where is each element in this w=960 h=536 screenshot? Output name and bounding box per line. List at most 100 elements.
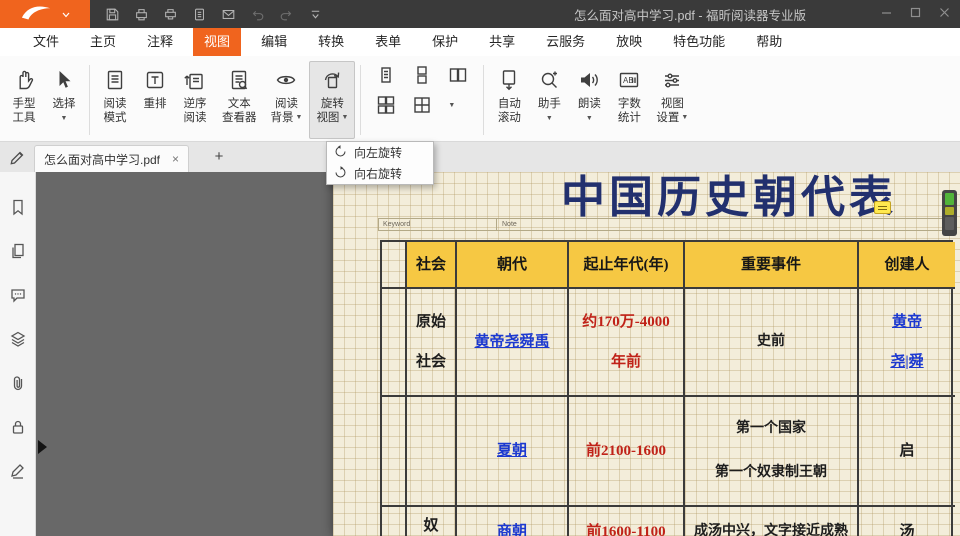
email-icon[interactable] [220,6,236,22]
select-tool-button[interactable]: 选择▼ [44,61,84,139]
facing-continuous-icon[interactable] [374,93,398,117]
society-cell [407,397,457,507]
speaker-icon [577,65,601,95]
dynasty-cell: 黄帝尧舜禹 [457,289,569,397]
document-icon[interactable] [191,6,207,22]
indicator-yellow [945,207,954,215]
events-cell: 史前 [685,289,859,397]
menu-view[interactable]: 视图 [193,28,241,56]
read-aloud-button[interactable]: 朗读▼ [569,61,609,139]
dynasty-cell: 夏朝 [457,397,569,507]
founder-cell: 汤 [859,507,955,536]
sidebar-expand-handle[interactable] [38,440,47,454]
document-area[interactable]: 中国历史朝代表 Keyword Note 社会 朝代 起止年代(年) 重要事件 … [36,172,960,536]
minimize-icon[interactable] [881,5,892,23]
annotate-pen-icon[interactable] [9,147,27,165]
founder-link[interactable]: 黄帝 [892,313,922,331]
continuous-page-icon[interactable] [410,63,434,87]
document-tab-bar: 怎么面对高中学习.pdf × + [0,142,960,172]
auto-scroll-icon [497,65,521,95]
menu-home[interactable]: 主页 [79,28,127,56]
foxit-bird-icon [20,2,52,27]
single-page-icon[interactable] [374,63,398,87]
ribbon-divider [360,65,361,135]
menu-help[interactable]: 帮助 [745,28,793,56]
dropdown-arrow-icon: ▼ [578,112,601,126]
pages-panel-icon[interactable] [9,242,27,260]
bookmarks-panel-icon[interactable] [9,198,27,216]
assistant-button[interactable]: 助手▼ [529,61,569,139]
tab-close-icon[interactable]: × [172,153,179,165]
menu-present[interactable]: 放映 [605,28,653,56]
read-background-eye-icon [274,65,298,95]
dynasty-link[interactable]: 夏朝 [497,442,527,460]
menu-comment[interactable]: 注释 [136,28,184,56]
select-cursor-icon [52,65,76,95]
split-view-icon[interactable] [410,93,434,117]
save-icon[interactable] [104,6,120,22]
quick-access-toolbar [104,6,323,22]
menu-features[interactable]: 特色功能 [662,28,736,56]
dropdown-arrow-icon: ▼ [53,112,76,126]
table-corner-cell [382,242,407,289]
auto-scroll-button[interactable]: 自动 滚动 [489,61,529,139]
menu-edit[interactable]: 编辑 [250,28,298,56]
read-mode-button[interactable]: 阅读 模式 [95,61,135,139]
menu-cloud[interactable]: 云服务 [535,28,596,56]
menu-share[interactable]: 共享 [478,28,526,56]
signature-panel-icon[interactable] [9,462,27,480]
menu-form[interactable]: 表单 [364,28,412,56]
menu-convert[interactable]: 转换 [307,28,355,56]
word-count-button[interactable]: AB 字数 统计 [609,61,649,139]
close-icon[interactable] [939,5,950,23]
rotate-right-icon [334,166,347,182]
print-icon[interactable] [133,6,149,22]
founder-cell: 启 [859,397,955,507]
read-mode-icon [103,65,127,95]
foxit-logo[interactable] [0,0,90,28]
hand-tool-icon [12,65,36,95]
menu-file[interactable]: 文件 [22,28,70,56]
comments-panel-icon[interactable] [9,286,27,304]
period-cell: 约170万-4000 年前 [569,289,685,397]
facing-pages-icon[interactable] [446,63,470,87]
note-annotation-icon[interactable] [874,201,891,214]
scroll-indicator-widget[interactable] [942,190,957,236]
titlebar: 怎么面对高中学习.pdf - 福昕阅读器专业版 [0,0,960,28]
hand-tool-button[interactable]: 手型 工具 [4,61,44,139]
reverse-read-button[interactable]: 逆序 阅读 [175,61,215,139]
menu-protect[interactable]: 保护 [421,28,469,56]
society-cell: 奴 [407,507,457,536]
pdf-page[interactable]: 中国历史朝代表 Keyword Note 社会 朝代 起止年代(年) 重要事件 … [333,172,960,536]
view-settings-button[interactable]: 视图 设置▼ [649,61,695,139]
undo-icon[interactable] [249,6,265,22]
customize-toolbar-icon[interactable] [307,6,323,22]
dropdown-arrow-icon: ▼ [296,111,303,125]
active-document-tab[interactable]: 怎么面对高中学习.pdf × [34,145,189,172]
text-viewer-button[interactable]: 文本 查看器 [215,61,264,139]
history-dynasty-table: 社会 朝代 起止年代(年) 重要事件 创建人 原始 社会 黄帝尧舜禹 约170万… [380,240,953,536]
table-margin-cell [382,397,407,507]
reflow-button[interactable]: 重排 [135,61,175,139]
dropdown-arrow-icon: ▼ [341,111,348,125]
founder-link[interactable]: 尧|舜 [890,353,923,371]
maximize-icon[interactable] [910,5,921,23]
page-layout-group: ▼ [366,61,478,139]
layers-panel-icon[interactable] [9,330,27,348]
rotate-view-dropdown: 向左旋转 向右旋转 [326,141,434,185]
rotate-left-menu-item[interactable]: 向左旋转 [327,142,433,163]
attachments-panel-icon[interactable] [9,374,27,392]
rotate-right-menu-item[interactable]: 向右旋转 [327,163,433,184]
table-margin-cell [382,289,407,397]
security-panel-icon[interactable] [9,418,27,436]
read-background-button[interactable]: 阅读 背景▼ [264,61,310,139]
new-tab-button[interactable]: + [210,146,228,168]
founder-cell: 黄帝 尧|舜 [859,289,955,397]
quick-print-icon[interactable] [162,6,178,22]
redo-icon[interactable] [278,6,294,22]
navigation-sidebar [0,172,36,536]
dynasty-link[interactable]: 商朝 [497,523,527,536]
rotate-view-button[interactable]: 旋转 视图▼ [309,61,355,139]
dropdown-arrow-icon[interactable]: ▼ [448,102,455,109]
dynasty-link[interactable]: 黄帝尧舜禹 [474,333,549,351]
